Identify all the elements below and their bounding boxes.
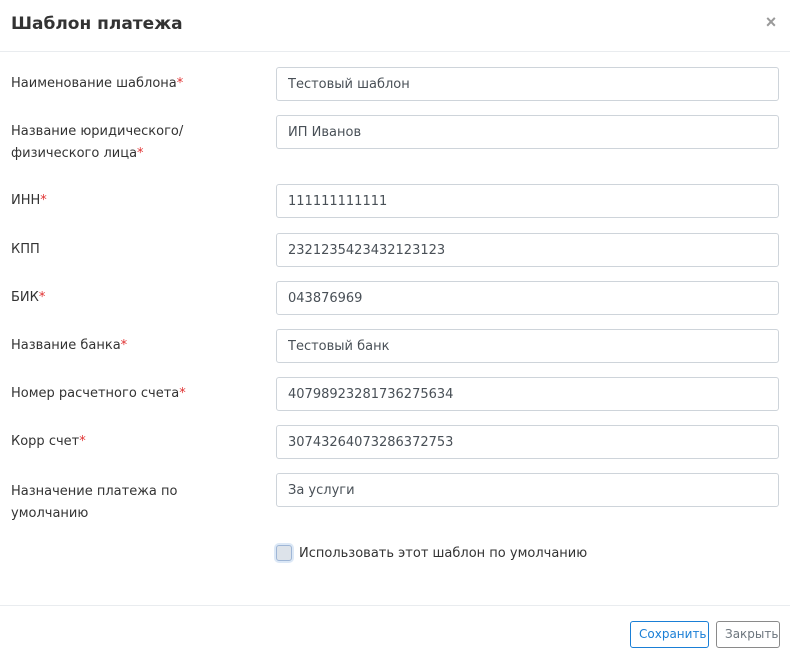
save-button[interactable]: Сохранить xyxy=(630,621,709,648)
close-icon[interactable]: × xyxy=(762,12,780,32)
close-button[interactable]: Закрыть xyxy=(716,621,780,648)
default-template-checkbox-row[interactable]: Использовать этот шаблон по умолчанию xyxy=(274,543,587,563)
dialog-header: Шаблон платежа × xyxy=(0,0,790,52)
account-number-input[interactable] xyxy=(276,377,779,411)
required-marker: * xyxy=(120,338,128,353)
default-template-checkbox[interactable] xyxy=(276,545,292,561)
label-template-name: Наименование шаблона* xyxy=(11,73,251,95)
label-text-line1: Название юридического/ xyxy=(11,124,184,139)
bik-input[interactable] xyxy=(276,281,779,315)
label-text: ИНН xyxy=(11,193,41,208)
required-marker: * xyxy=(38,290,46,305)
payment-purpose-input[interactable] xyxy=(276,473,779,507)
label-text: Наименование шаблона xyxy=(11,76,177,91)
required-marker: * xyxy=(137,146,144,161)
label-bik: БИК* xyxy=(11,287,251,309)
payment-template-dialog: Шаблон платежа × Наименование шаблона* Н… xyxy=(0,0,790,658)
label-corr-account: Корр счет* xyxy=(11,431,251,453)
label-text: Номер расчетного счета xyxy=(11,386,180,401)
label-payment-purpose: Назначение платежа по умолчанию xyxy=(11,481,251,525)
required-marker: * xyxy=(79,434,86,449)
label-bank-name: Название банка* xyxy=(11,335,251,357)
label-account-number: Номер расчетного счета* xyxy=(11,383,251,405)
required-marker: * xyxy=(40,193,47,208)
default-template-checkbox-label[interactable]: Использовать этот шаблон по умолчанию xyxy=(299,546,587,561)
required-marker: * xyxy=(179,386,186,401)
kpp-input[interactable] xyxy=(276,233,779,267)
template-name-input[interactable] xyxy=(276,67,779,101)
label-inn: ИНН* xyxy=(11,190,251,212)
label-text: БИК xyxy=(11,290,39,305)
inn-input[interactable] xyxy=(276,184,779,218)
label-kpp: КПП xyxy=(11,239,251,261)
required-marker: * xyxy=(176,76,184,91)
label-text-line2: умолчанию xyxy=(11,506,89,521)
label-text: Название банка xyxy=(11,338,121,353)
entity-name-input[interactable] xyxy=(276,115,779,149)
dialog-title: Шаблон платежа xyxy=(11,14,183,34)
label-text-line1: Назначение платежа по xyxy=(11,484,178,499)
label-text: КПП xyxy=(11,242,40,257)
dialog-footer: Сохранить Закрыть xyxy=(0,605,790,658)
corr-account-input[interactable] xyxy=(276,425,779,459)
label-text: Корр счет xyxy=(11,434,80,449)
label-text-line2: физического лица xyxy=(11,146,138,161)
label-entity-name: Название юридического/ физического лица* xyxy=(11,121,251,165)
bank-name-input[interactable] xyxy=(276,329,779,363)
